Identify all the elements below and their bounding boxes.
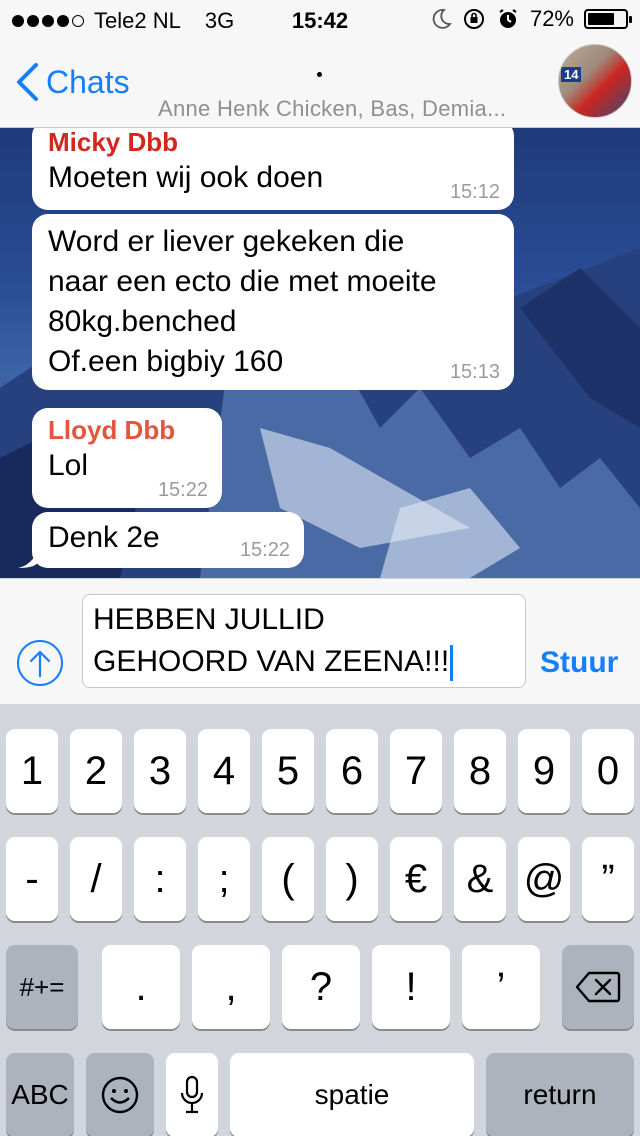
message-text: Word er liever gekeken die naar een ecto… — [48, 225, 437, 378]
chevron-left-icon — [17, 63, 38, 101]
key-1[interactable]: 1 — [6, 729, 58, 813]
arrow-up-icon — [29, 650, 51, 678]
key-open-paren[interactable]: ( — [262, 837, 314, 921]
message-time: 15:22 — [239, 539, 290, 561]
back-label: Chats — [46, 63, 130, 100]
key-5[interactable]: 5 — [262, 729, 314, 813]
key-close-paren[interactable]: ) — [326, 837, 378, 921]
key-ampersand[interactable]: & — [454, 837, 506, 921]
emoji-key[interactable] — [86, 1053, 154, 1136]
key-semicolon[interactable]: ; — [198, 837, 250, 921]
rotation-lock-icon — [463, 9, 484, 29]
group-title-indicator — [317, 72, 322, 77]
message-time: 15:12 — [449, 181, 500, 203]
backspace-icon — [575, 971, 621, 1003]
message-input[interactable]: HEBBEN JULLID GEHOORD VAN ZEENA!!! — [82, 594, 526, 688]
message-bubble[interactable]: Micky Dbb Moeten wij ook doen 15:12 — [32, 128, 514, 210]
back-button[interactable]: Chats — [14, 62, 130, 102]
key-7[interactable]: 7 — [390, 729, 442, 813]
emoji-icon — [101, 1076, 139, 1114]
key-period[interactable]: . — [102, 945, 180, 1029]
return-key[interactable]: return — [486, 1053, 634, 1136]
key-3[interactable]: 3 — [134, 729, 186, 813]
message-bubble[interactable]: Lloyd Dbb Lol 15:22 — [32, 408, 222, 508]
key-apostrophe[interactable]: ’ — [462, 945, 540, 1029]
symbols-toggle-key[interactable]: #+= — [6, 945, 78, 1029]
dictation-key[interactable] — [166, 1053, 218, 1136]
key-slash[interactable]: / — [70, 837, 122, 921]
key-2[interactable]: 2 — [70, 729, 122, 813]
key-quote[interactable]: ” — [582, 837, 634, 921]
message-bubble[interactable]: Denk 2e 15:22 — [32, 512, 304, 568]
message-text: Moeten wij ook doen — [48, 161, 324, 194]
key-at[interactable]: @ — [518, 837, 570, 921]
send-button[interactable]: Stuur — [540, 646, 618, 680]
message-sender: Lloyd Dbb — [48, 415, 176, 445]
moon-icon — [432, 9, 452, 29]
group-avatar[interactable]: 14 — [558, 44, 632, 118]
message-time: 15:22 — [157, 479, 208, 501]
key-colon[interactable]: : — [134, 837, 186, 921]
navigation-bar: Chats Anne Henk Chicken, Bas, Demia... 1… — [0, 40, 640, 128]
key-8[interactable]: 8 — [454, 729, 506, 813]
key-euro[interactable]: € — [390, 837, 442, 921]
chat-area[interactable]: Micky Dbb Moeten wij ook doen 15:12 Word… — [0, 128, 640, 578]
key-comma[interactable]: , — [192, 945, 270, 1029]
keyboard: 1 2 3 4 5 6 7 8 9 0 - / : ; ( ) € & @ ” … — [0, 704, 640, 1136]
group-members[interactable]: Anne Henk Chicken, Bas, Demia... — [158, 96, 506, 122]
status-right: 72% — [430, 6, 632, 32]
key-0[interactable]: 0 — [582, 729, 634, 813]
attach-button[interactable] — [17, 640, 63, 686]
microphone-icon — [180, 1075, 204, 1114]
text-caret — [450, 645, 454, 682]
status-bar: Tele2 NL 3G 15:42 72% — [0, 0, 640, 40]
key-6[interactable]: 6 — [326, 729, 378, 813]
space-key[interactable]: spatie — [230, 1053, 474, 1136]
battery-icon — [584, 9, 632, 29]
message-sender: Micky Dbb — [48, 128, 179, 157]
message-bubble[interactable]: Word er liever gekeken die naar een ecto… — [32, 214, 514, 390]
message-input-text: HEBBEN JULLID GEHOORD VAN ZEENA!!! — [93, 603, 450, 678]
key-4[interactable]: 4 — [198, 729, 250, 813]
key-9[interactable]: 9 — [518, 729, 570, 813]
abc-key[interactable]: ABC — [6, 1053, 74, 1136]
battery-percentage: 72% — [529, 6, 574, 31]
avatar-badge: 14 — [561, 67, 582, 82]
alarm-icon — [499, 9, 517, 28]
bubble-tail — [18, 548, 38, 568]
message-time: 15:13 — [449, 361, 500, 383]
key-hyphen[interactable]: - — [6, 837, 58, 921]
key-exclamation[interactable]: ! — [372, 945, 450, 1029]
key-question[interactable]: ? — [282, 945, 360, 1029]
backspace-key[interactable] — [562, 945, 634, 1029]
